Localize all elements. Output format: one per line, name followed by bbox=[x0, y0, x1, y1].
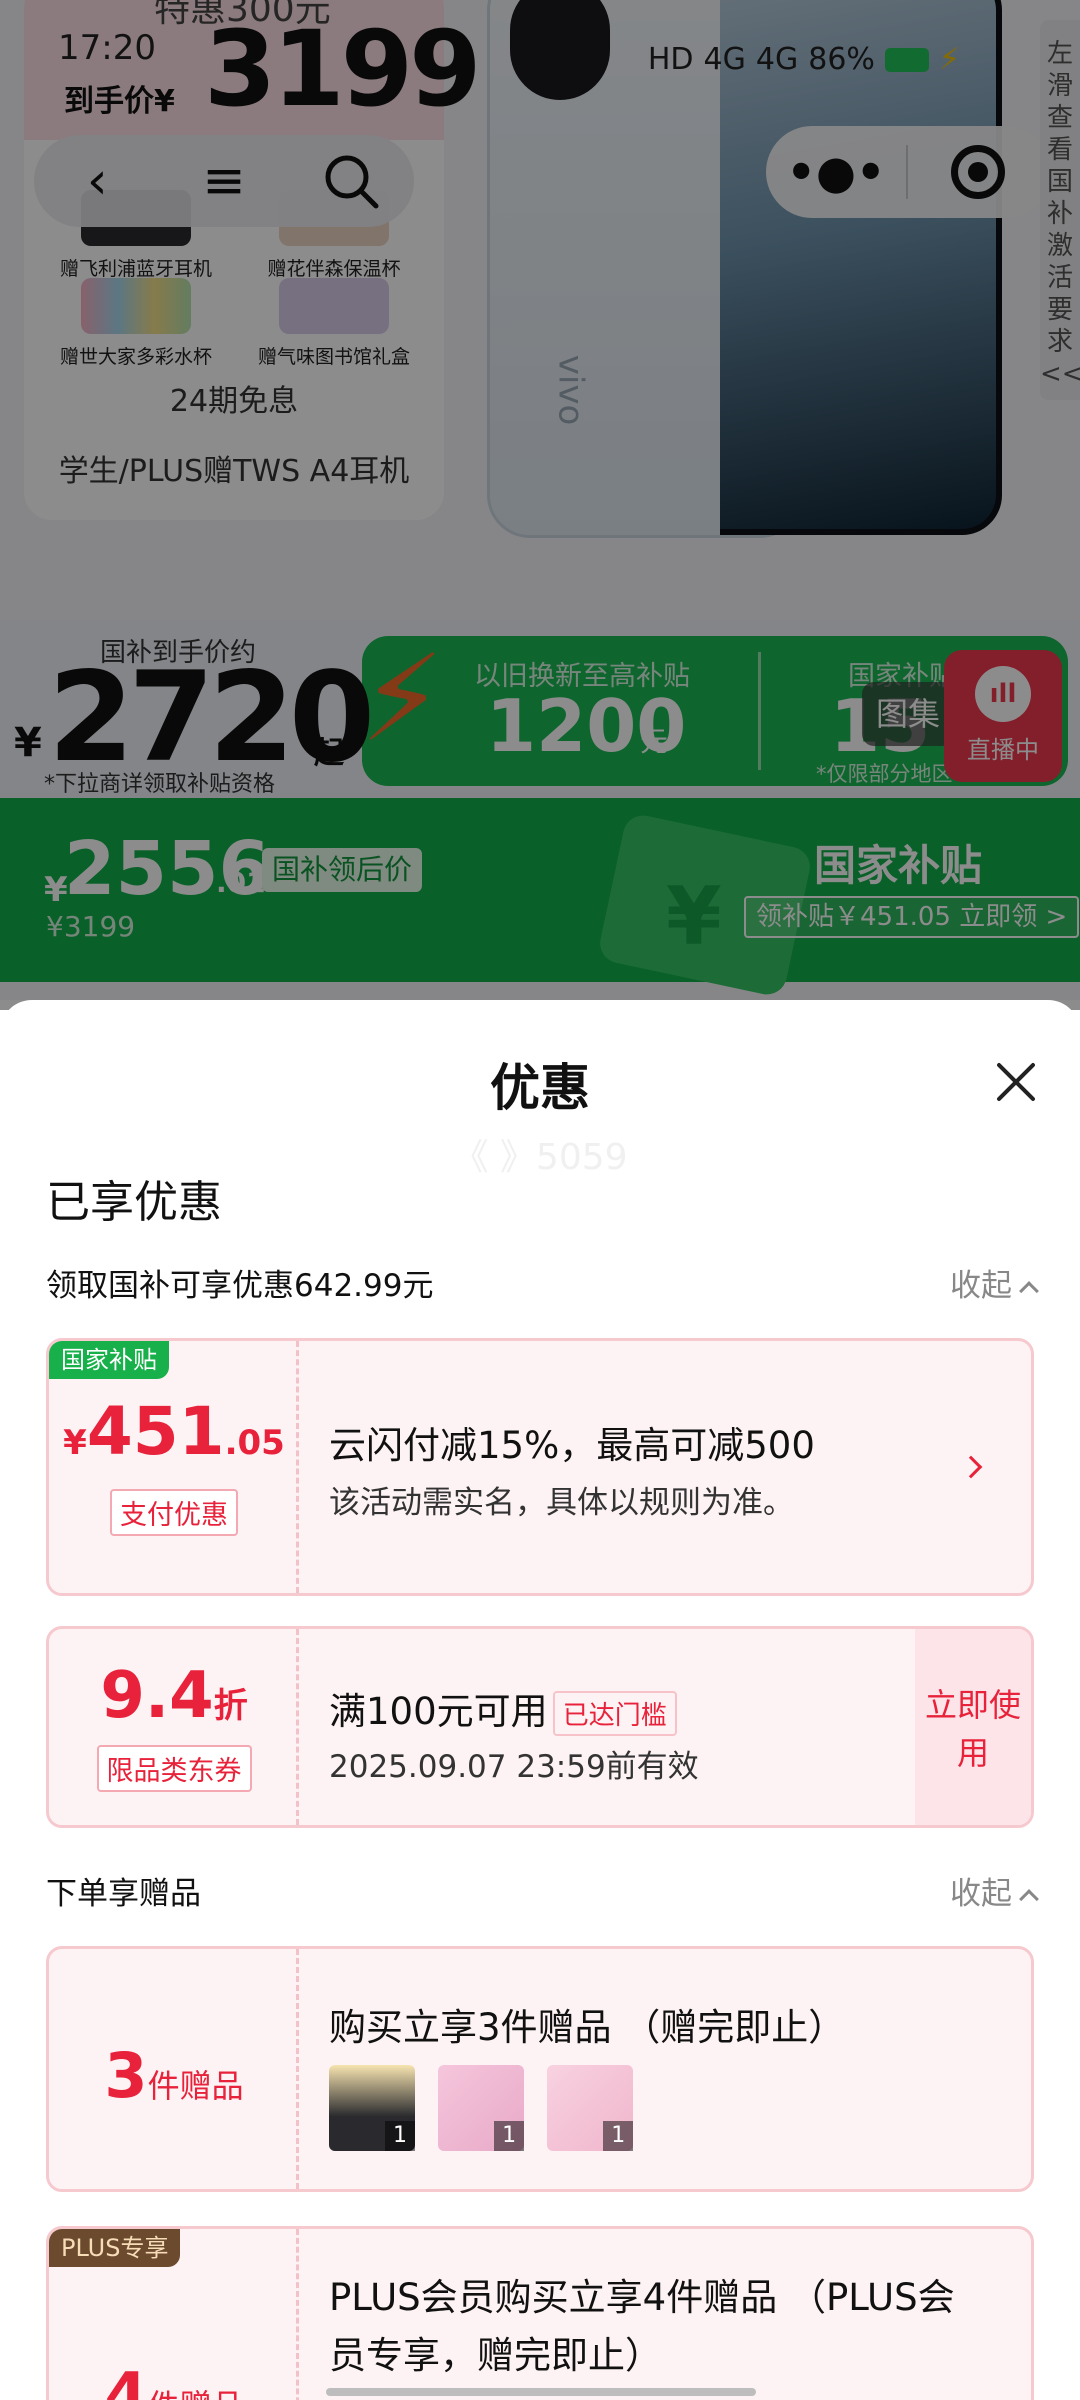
discount-unit: 折 bbox=[213, 1686, 248, 1726]
national-subsidy-row: 领取国补可享优惠642.99元 收起 bbox=[46, 1260, 1039, 1305]
coupon-desc: 该活动需实名，具体以规则为准。 bbox=[329, 1485, 794, 1521]
chevron-right-icon[interactable] bbox=[959, 1455, 983, 1479]
gift-count-unit: 件赠品 bbox=[148, 2387, 244, 2400]
subsidy-coupon-card[interactable]: ¥451.05 支付优惠 国家补贴 云闪付减15%，最高可减500 该活动需实名… bbox=[46, 1338, 1034, 1596]
gift-count-number: 3 bbox=[104, 2039, 148, 2112]
gift-thumbnail[interactable]: 1 bbox=[329, 2065, 415, 2151]
discount-sheet: 优惠 《 》5059 已享优惠 领取国补可享优惠642.99元 收起 ¥451.… bbox=[0, 1000, 1080, 2400]
plus-gift-title: PLUS会员购买立享4件赠品 （PLUS会员专享，赠完即止） bbox=[329, 2276, 955, 2377]
gift-count-unit: 件赠品 bbox=[147, 2067, 244, 2105]
dim-overlay[interactable] bbox=[0, 0, 1080, 1010]
plus-exclusive-badge: PLUS专享 bbox=[49, 2229, 181, 2267]
coupon-amount-cents: .05 bbox=[224, 1423, 285, 1463]
coupon-type-wrap: 支付优惠 bbox=[49, 1489, 299, 1536]
coupon-detail: 云闪付减15%，最高可减500 该活动需实名，具体以规则为准。 bbox=[329, 1341, 1031, 1593]
coupon-yen: ¥ bbox=[63, 1423, 87, 1463]
gift-title: 购买立享3件赠品 （赠完即止） bbox=[329, 2006, 846, 2049]
gift-thumbnails: 1 1 1 bbox=[329, 2065, 651, 2155]
gift-quantity: 1 bbox=[385, 2121, 415, 2151]
coupon-type-tag: 限品类东券 bbox=[96, 1745, 252, 1792]
chevron-up-icon bbox=[1019, 1889, 1039, 1909]
gift-count: 4件赠品 bbox=[49, 2359, 299, 2400]
national-subsidy-text: 领取国补可享优惠642.99元 bbox=[46, 1268, 434, 1304]
coupon-amount-integer: 451 bbox=[86, 1393, 225, 1470]
coupon-title: 满100元可用 bbox=[329, 1690, 548, 1733]
gift-thumbnail[interactable]: 1 bbox=[547, 2065, 634, 2151]
coupon-amount: ¥451.05 bbox=[49, 1393, 299, 1470]
gift-row: 下单享赠品 收起 bbox=[46, 1868, 1039, 1913]
gift-detail: PLUS会员购买立享4件赠品 （PLUS会员专享，赠完即止） bbox=[329, 2229, 1031, 2400]
coupon-title: 云闪付减15%，最高可减500 bbox=[329, 1424, 815, 1467]
collapse-label: 收起 bbox=[950, 1268, 1012, 1304]
national-subsidy-badge: 国家补贴 bbox=[49, 1341, 169, 1379]
collapse-label: 收起 bbox=[950, 1876, 1012, 1912]
plus-gift-card[interactable]: 4件赠品 PLUS专享 PLUS会员购买立享4件赠品 （PLUS会员专享，赠完即… bbox=[46, 2226, 1034, 2400]
coupon-value-panel: 9.4折 限品类东券 bbox=[49, 1629, 299, 1825]
gift-quantity: 1 bbox=[494, 2121, 525, 2151]
discount-coupon-card[interactable]: 9.4折 限品类东券 满100元可用 已达门槛 2025.09.07 23:59… bbox=[46, 1626, 1034, 1828]
enjoyed-discounts-title: 已享优惠 bbox=[46, 1177, 222, 1228]
gift-quantity: 1 bbox=[603, 2121, 634, 2151]
coupon-type-wrap: 限品类东券 bbox=[49, 1745, 299, 1792]
gift-card[interactable]: 3件赠品 购买立享3件赠品 （赠完即止） 1 1 1 bbox=[46, 1946, 1034, 2192]
gift-count-panel: 3件赠品 bbox=[49, 1949, 299, 2189]
close-icon[interactable] bbox=[988, 1054, 1044, 1110]
gift-row-text: 下单享赠品 bbox=[46, 1876, 201, 1912]
gift-thumbnail[interactable]: 1 bbox=[438, 2065, 525, 2151]
coupon-type-tag: 支付优惠 bbox=[110, 1489, 238, 1536]
gift-count: 3件赠品 bbox=[49, 2039, 299, 2112]
coupon-title-row: 满100元可用 已达门槛 bbox=[329, 1681, 677, 1736]
sheet-title: 优惠 bbox=[490, 1059, 590, 1117]
home-indicator[interactable] bbox=[326, 2388, 756, 2396]
collapse-button[interactable]: 收起 bbox=[950, 1868, 1039, 1913]
gift-detail: 购买立享3件赠品 （赠完即止） 1 1 1 bbox=[329, 1949, 1031, 2189]
chevron-up-icon bbox=[1019, 1281, 1039, 1301]
discount-amount: 9.4折 bbox=[49, 1659, 299, 1733]
gift-count-number: 4 bbox=[104, 2359, 148, 2400]
threshold-badge: 已达门槛 bbox=[552, 1691, 677, 1736]
discount-value: 9.4 bbox=[100, 1659, 214, 1733]
collapse-button[interactable]: 收起 bbox=[950, 1260, 1039, 1305]
coupon-validity: 2025.09.07 23:59前有效 bbox=[329, 1749, 699, 1785]
use-now-button[interactable]: 立即使用 bbox=[915, 1629, 1031, 1825]
